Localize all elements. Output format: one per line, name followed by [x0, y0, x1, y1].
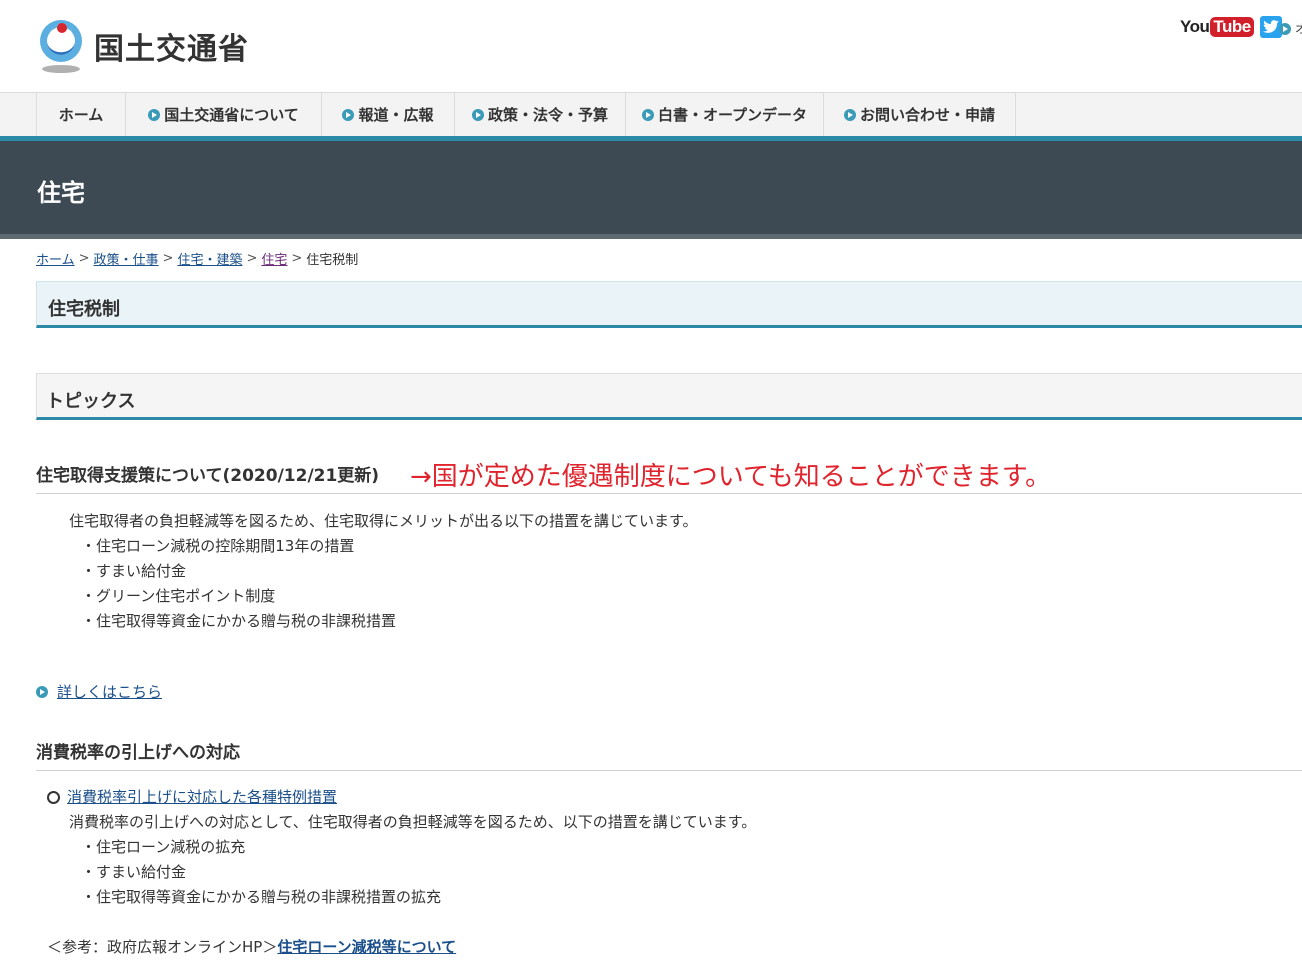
breadcrumb-separator: > [291, 251, 303, 266]
nav-about[interactable]: 国土交通省について [126, 93, 322, 136]
arrow-circle-icon [148, 108, 161, 121]
breadcrumb-current: 住宅税制 [306, 253, 359, 268]
page-title: 住宅税制 [48, 299, 120, 320]
youtube-tube-text: Tube [1210, 17, 1254, 37]
section2-intro: 消費税率の引上げへの対応として、住宅取得者の負担軽減等を図るため、以下の措置を講… [69, 813, 757, 831]
section1-item: ・グリーン住宅ポイント制度 [81, 587, 276, 605]
topics-heading-box: トピックス [36, 373, 1302, 420]
nav-about-label: 国土交通省について [164, 106, 299, 124]
banner-divider [0, 234, 1302, 239]
mortgage-tax-link[interactable]: 住宅ローン減税等について [277, 938, 456, 956]
arrow-circle-icon [36, 685, 48, 698]
section1-item: ・住宅取得等資金にかかる贈与税の非課税措置 [81, 612, 397, 630]
header-top-link[interactable]: オ [1279, 20, 1302, 37]
breadcrumb-separator: > [162, 251, 174, 266]
section2-heading: 消費税率の引上げへの対応 [36, 743, 240, 763]
social-links: You Tube [1180, 16, 1282, 38]
reference-prefix: ＜参考：政府広報オンラインHP＞ [47, 938, 278, 956]
arrow-circle-icon [471, 108, 484, 121]
circle-bullet-icon [47, 791, 60, 804]
nav-whitepaper[interactable]: 白書・オープンデータ [626, 93, 824, 136]
breadcrumb-housing[interactable]: 住宅 [261, 249, 287, 268]
section2-item: ・すまい給付金 [81, 863, 187, 881]
topics-heading: トピックス [46, 391, 136, 412]
page-banner: 住宅 [0, 141, 1302, 234]
nav-home-label: ホーム [58, 106, 104, 124]
nav-contact-label: お問い合わせ・申請 [859, 106, 995, 124]
site-logo[interactable]: 国土交通省 [36, 18, 249, 74]
nav-press-label: 報道・広報 [358, 106, 434, 124]
section2-item: ・住宅取得等資金にかかる贈与税の非課税措置の拡充 [81, 888, 442, 906]
more-details-row: 詳しくはこちら [36, 681, 162, 702]
arrow-circle-icon [843, 108, 856, 121]
section2-item: ・住宅ローン減税の拡充 [81, 838, 246, 856]
section1-heading: 住宅取得支援策について(2020/12/21更新) [36, 466, 380, 486]
breadcrumb-home[interactable]: ホーム [36, 249, 75, 268]
breadcrumb: ホーム > 政策・仕事 > 住宅・建築 > 住宅 > 住宅税制 [36, 249, 358, 268]
breadcrumb-policy[interactable]: 政策・仕事 [94, 249, 159, 268]
section2-link-row: 消費税率引上げに対応した各種特例措置 [47, 785, 337, 810]
nav-whitepaper-label: 白書・オープンデータ [657, 106, 808, 124]
nav-policy-label: 政策・法令・予算 [487, 106, 608, 124]
section1-item: ・すまい給付金 [81, 562, 187, 580]
nav-home[interactable]: ホーム [37, 93, 126, 136]
breadcrumb-housing-building[interactable]: 住宅・建築 [177, 249, 242, 268]
youtube-you-text: You [1180, 17, 1210, 36]
nav-press[interactable]: 報道・広報 [322, 93, 455, 136]
global-nav: ホーム 国土交通省について 報道・広報 政策・法令・予算 白書・オープンデータ … [0, 92, 1302, 136]
arrow-circle-icon [342, 108, 355, 121]
annotation-note: →国が定めた優遇制度についても知ることができます。 [410, 462, 1052, 492]
reference-row: ＜参考：政府広報オンラインHP＞住宅ローン減税等について [47, 935, 456, 960]
section1-item: ・住宅ローン減税の控除期間13年の措置 [81, 537, 355, 555]
site-header: 国土交通省 You Tube オ [0, 0, 1302, 92]
more-details-link[interactable]: 詳しくはこちら [57, 681, 162, 702]
logo-text: 国土交通省 [94, 32, 249, 67]
banner-title: 住宅 [37, 179, 85, 207]
logo-mark-icon [36, 18, 86, 74]
section1-intro: 住宅取得者の負担軽減等を図るため、住宅取得にメリットが出る以下の措置を講じていま… [69, 512, 698, 530]
nav-policy[interactable]: 政策・法令・予算 [455, 93, 626, 136]
breadcrumb-separator: > [246, 251, 258, 266]
header-top-link-label: オ [1295, 22, 1302, 36]
page-title-box: 住宅税制 [36, 281, 1302, 328]
arrow-circle-icon [641, 108, 654, 121]
tax-measures-link[interactable]: 消費税率引上げに対応した各種特例措置 [67, 785, 337, 810]
section2-heading-row: 消費税率の引上げへの対応 [36, 738, 1302, 771]
breadcrumb-separator: > [78, 251, 90, 266]
arrow-circle-icon [1279, 22, 1291, 35]
nav-contact[interactable]: お問い合わせ・申請 [824, 93, 1016, 136]
youtube-icon[interactable]: You Tube [1180, 17, 1254, 37]
